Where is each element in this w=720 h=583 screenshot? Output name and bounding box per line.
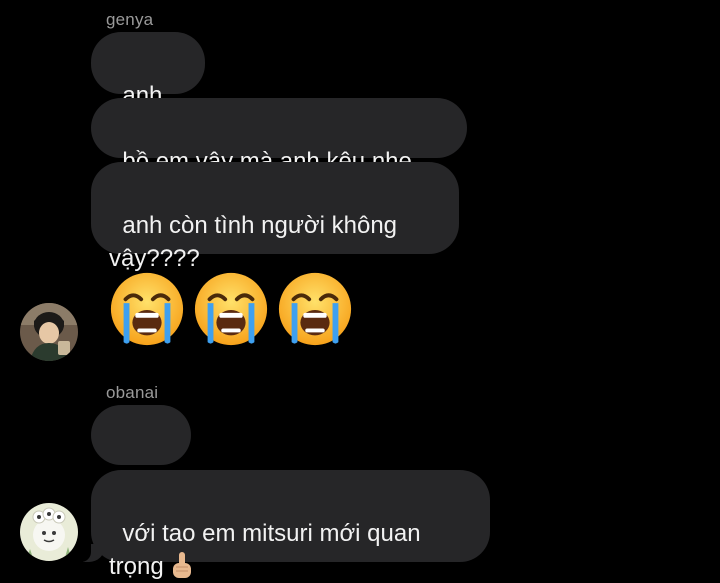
message-bubble[interactable]: với tao em mitsuri mới quan trọng	[77, 470, 490, 580]
avatar-image	[20, 503, 78, 561]
obanai-avatar[interactable]	[20, 503, 78, 561]
emoji-message[interactable]	[108, 270, 354, 352]
avatar-image	[20, 303, 78, 361]
loudly-crying-face-emoji	[278, 272, 352, 346]
message-text: anh còn tình người không vậy????	[109, 212, 398, 272]
message-bubble[interactable]: loofn	[91, 405, 191, 515]
loudly-crying-face-emoji	[110, 272, 184, 346]
sender-name-genya: genya	[106, 10, 154, 29]
message-bubble[interactable]: anh còn tình người không vậy????	[91, 162, 459, 272]
message-bubble[interactable]: anh ơi	[91, 32, 205, 142]
sender-name-obanai: obanai	[106, 383, 159, 402]
loudly-crying-face-emoji	[194, 272, 268, 346]
middle-finger-emoji	[172, 552, 191, 578]
message-bubble[interactable]: bồ em vậy mà anh kêu nhẹ	[91, 98, 467, 175]
message-text: với tao em mitsuri mới quan trọng	[109, 520, 421, 580]
genya-avatar[interactable]	[20, 303, 78, 361]
